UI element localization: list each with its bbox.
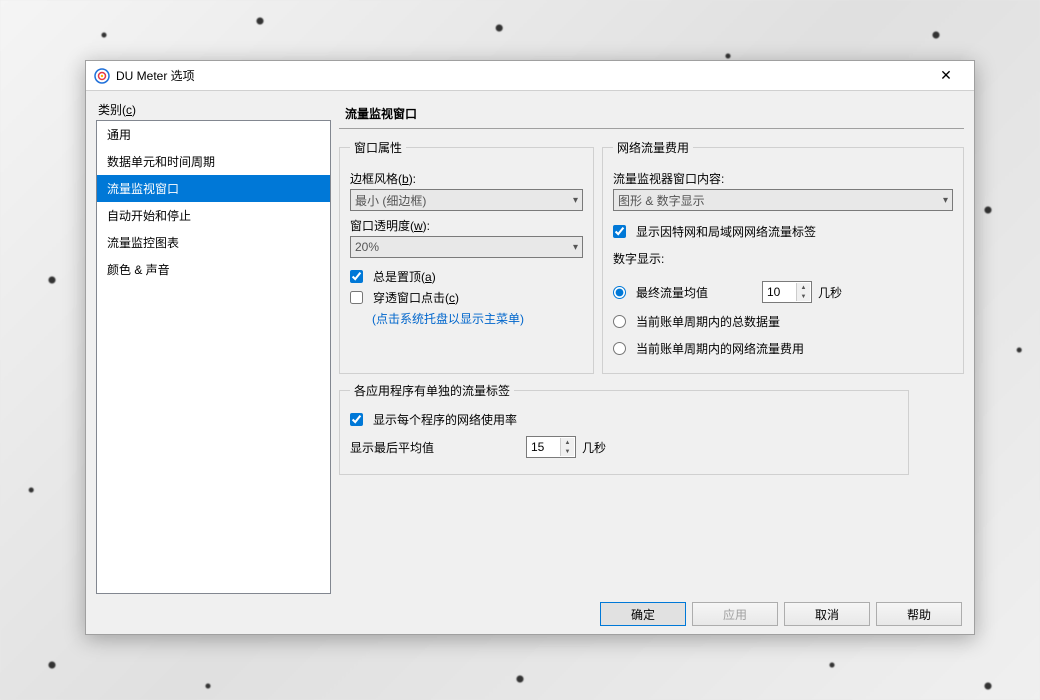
sidebar: 类别(c) 通用 数据单元和时间周期 流量监视窗口 自动开始和停止 流量监控图表… [96,101,331,594]
spin-down-icon[interactable]: ▼ [796,292,810,301]
traffic-cost-legend: 网络流量费用 [613,139,693,156]
show-per-app-usage-label: 显示每个程序的网络使用率 [373,411,517,428]
window-title: DU Meter 选项 [116,67,926,84]
category-item-monitor[interactable]: 流量监视窗口 [97,175,330,202]
app-icon [94,68,110,84]
spin-up-icon[interactable]: ▲ [796,283,810,292]
options-dialog: DU Meter 选项 ✕ 类别(c) 通用 数据单元和时间周期 流量监视窗口 … [85,60,975,635]
opacity-label: 窗口透明度(w): [350,217,583,234]
click-through-hint: (点击系统托盘以显示主菜单) [372,310,583,327]
per-app-legend: 各应用程序有单独的流量标签 [350,382,514,399]
page-title: 流量监视窗口 [339,101,964,129]
apply-button[interactable]: 应用 [692,602,778,626]
monitor-content-select[interactable]: 图形 & 数字显示 ▾ [613,189,953,211]
always-on-top-label: 总是置顶(a) [373,268,436,285]
help-button[interactable]: 帮助 [876,602,962,626]
chevron-down-icon: ▾ [573,195,578,206]
per-app-group: 各应用程序有单独的流量标签 显示每个程序的网络使用率 显示最后平均值 15 ▲▼… [339,382,909,475]
traffic-cost-group: 网络流量费用 流量监视器窗口内容: 图形 & 数字显示 ▾ 显示因特网和局域网网… [602,139,964,374]
category-item-charts[interactable]: 流量监控图表 [97,229,330,256]
close-icon: ✕ [940,67,952,84]
radio-total-data-label: 当前账单周期内的总数据量 [636,313,780,330]
monitor-content-label: 流量监视器窗口内容: [613,170,953,187]
digit-display-label: 数字显示: [613,250,953,267]
dialog-footer: 确定 应用 取消 帮助 [86,594,974,634]
chevron-down-icon: ▾ [943,195,948,206]
final-avg-unit: 几秒 [818,284,842,301]
radio-total-data[interactable] [613,315,626,328]
click-through-checkbox[interactable] [350,291,363,304]
window-properties-legend: 窗口属性 [350,139,406,156]
show-per-app-usage-checkbox[interactable] [350,413,363,426]
content-panel: 流量监视窗口 窗口属性 边框风格(b): 最小 (细边框) ▾ 窗口透明度(w)… [339,101,964,594]
category-item-units[interactable]: 数据单元和时间周期 [97,148,330,175]
show-net-labels-label: 显示因特网和局域网网络流量标签 [636,223,816,240]
last-avg-unit: 几秒 [582,439,606,456]
category-list[interactable]: 通用 数据单元和时间周期 流量监视窗口 自动开始和停止 流量监控图表 颜色 & … [96,120,331,594]
click-through-label: 穿透窗口点击(c) [373,289,459,306]
category-label: 类别(c) [96,101,331,118]
border-style-label: 边框风格(b): [350,170,583,187]
always-on-top-checkbox[interactable] [350,270,363,283]
spin-up-icon[interactable]: ▲ [560,438,574,447]
category-item-colors[interactable]: 颜色 & 声音 [97,256,330,283]
chevron-down-icon: ▾ [573,242,578,253]
category-item-autostart[interactable]: 自动开始和停止 [97,202,330,229]
window-properties-group: 窗口属性 边框风格(b): 最小 (细边框) ▾ 窗口透明度(w): 20% ▾ [339,139,594,374]
radio-final-avg-label: 最终流量均值 [636,284,756,301]
opacity-select[interactable]: 20% ▾ [350,236,583,258]
close-button[interactable]: ✕ [926,62,966,90]
last-avg-spinner[interactable]: 15 ▲▼ [526,436,576,458]
radio-cost[interactable] [613,342,626,355]
last-avg-label: 显示最后平均值 [350,439,520,456]
cancel-button[interactable]: 取消 [784,602,870,626]
spin-down-icon[interactable]: ▼ [560,447,574,456]
show-net-labels-checkbox[interactable] [613,225,626,238]
radio-cost-label: 当前账单周期内的网络流量费用 [636,340,804,357]
radio-final-avg[interactable] [613,286,626,299]
ok-button[interactable]: 确定 [600,602,686,626]
category-item-general[interactable]: 通用 [97,121,330,148]
border-style-select[interactable]: 最小 (细边框) ▾ [350,189,583,211]
final-avg-spinner[interactable]: 10 ▲▼ [762,281,812,303]
titlebar[interactable]: DU Meter 选项 ✕ [86,61,974,91]
